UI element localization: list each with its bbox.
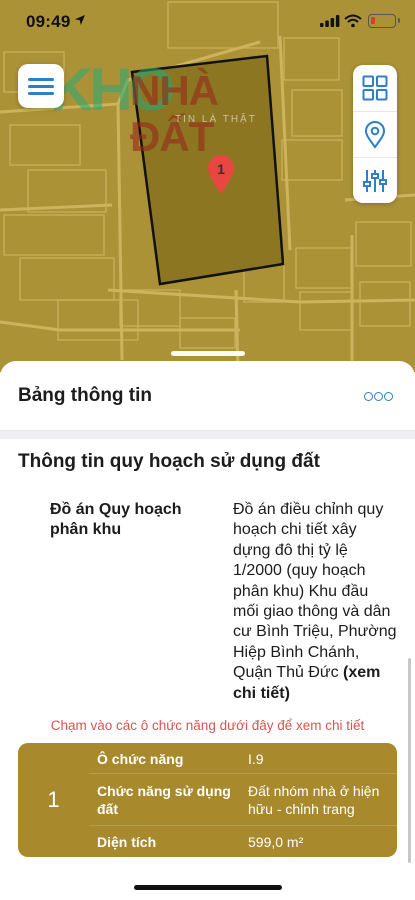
- location-icon: [364, 120, 386, 149]
- function-value: Đất nhóm nhà ở hiện hữu - chỉnh trang: [248, 783, 380, 817]
- status-bar: 09:49: [0, 0, 415, 44]
- location-arrow-icon: [75, 15, 85, 25]
- function-rows: Ô chức năng I.9 Chức năng sử dụng đất Đấ…: [89, 743, 397, 857]
- sliders-icon: [363, 169, 387, 192]
- map-view[interactable]: 09:49 KHO NHÀ ĐẤT TIN LÀ THẬT 1: [0, 0, 415, 372]
- section-separator: [0, 431, 415, 439]
- info-value: Đồ án điều chỉnh quy hoạch chi tiết xây …: [233, 500, 398, 704]
- map-tool-panel: [353, 65, 397, 203]
- function-table[interactable]: 1 Ô chức năng I.9 Chức năng sử dụng đất …: [18, 743, 397, 857]
- battery-icon: [368, 14, 400, 28]
- function-value: 599,0 m²: [248, 834, 304, 850]
- map-pin[interactable]: 1: [207, 155, 235, 195]
- wifi-icon: [344, 14, 362, 28]
- grid-icon: [362, 75, 388, 101]
- hint-text: Chạm vào các ô chức năng dưới đây để xem…: [50, 718, 365, 733]
- info-sheet: Bảng thông tin Thông tin quy hoạch sử dụ…: [0, 361, 415, 900]
- section-title: Thông tin quy hoạch sử dụng đất: [18, 451, 320, 472]
- sheet-header: Bảng thông tin: [0, 361, 415, 431]
- menu-button[interactable]: [18, 64, 64, 108]
- sheet-title: Bảng thông tin: [18, 385, 153, 406]
- more-icon-dot: [384, 392, 393, 401]
- function-row[interactable]: Chức năng sử dụng đất Đất nhóm nhà ở hiệ…: [89, 773, 397, 825]
- map-pin-label: 1: [217, 161, 225, 177]
- menu-icon-line: [28, 92, 54, 95]
- more-icon: [364, 392, 373, 401]
- home-indicator[interactable]: [134, 885, 282, 890]
- more-button[interactable]: [364, 391, 394, 403]
- filter-button[interactable]: [353, 157, 397, 203]
- menu-icon: [28, 78, 54, 81]
- function-row[interactable]: Diện tích 599,0 m²: [89, 825, 397, 857]
- battery-level: [371, 17, 375, 24]
- function-key: Chức năng sử dụng đất: [97, 783, 231, 817]
- locate-button[interactable]: [353, 111, 397, 157]
- function-key: Diện tích: [97, 834, 157, 850]
- cellular-signal-icon: [320, 15, 340, 27]
- function-key: Ô chức năng: [97, 751, 184, 767]
- status-time: 09:49: [26, 12, 71, 31]
- app-logo: KHO NHÀ ĐẤT TIN LÀ THẬT: [50, 52, 260, 160]
- more-icon-dot: [374, 392, 383, 401]
- layers-grid-button[interactable]: [353, 65, 397, 111]
- sheet-drag-handle[interactable]: [171, 351, 245, 356]
- function-index: 1: [47, 787, 60, 812]
- info-label: Đồ án Quy hoạch phân khu: [50, 501, 182, 538]
- function-row[interactable]: Ô chức năng I.9: [89, 743, 397, 773]
- menu-icon-line: [28, 85, 54, 88]
- logo-tagline: TIN LÀ THẬT: [175, 114, 257, 125]
- scrollbar[interactable]: [408, 658, 411, 863]
- info-value-text: Đồ án điều chỉnh quy hoạch chi tiết xây …: [233, 501, 397, 682]
- function-value: I.9: [248, 751, 264, 767]
